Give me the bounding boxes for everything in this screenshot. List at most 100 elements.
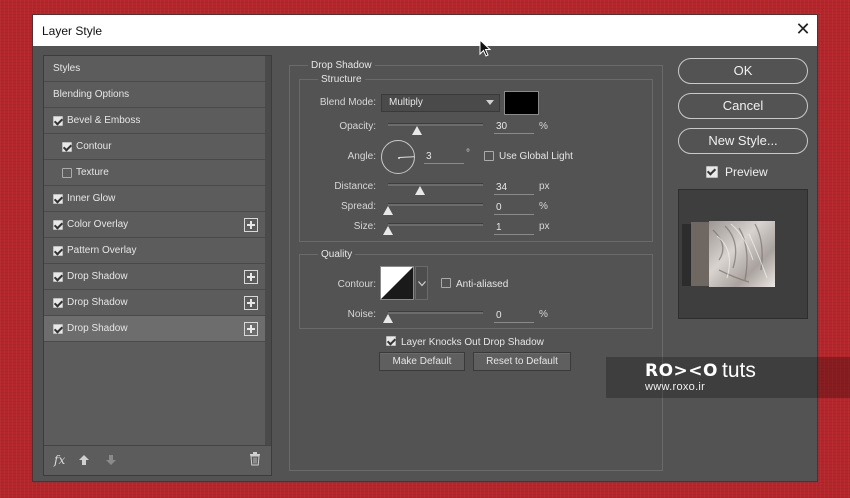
move-down-icon[interactable] bbox=[105, 454, 117, 466]
style-item-label: Pattern Overlay bbox=[67, 245, 137, 256]
style-item-label: Drop Shadow bbox=[67, 271, 128, 282]
use-global-light-label: Use Global Light bbox=[499, 151, 573, 162]
roxo-tuts-watermark: RO><O tuts www.roxo.ir bbox=[606, 357, 850, 398]
trash-icon[interactable] bbox=[249, 452, 261, 466]
size-unit: px bbox=[539, 221, 550, 232]
anti-aliased-label: Anti-aliased bbox=[456, 279, 509, 290]
style-item-drop-shadow[interactable]: Drop Shadow bbox=[44, 316, 265, 342]
close-icon[interactable]: ✕ bbox=[793, 19, 813, 39]
distance-input[interactable]: 34 bbox=[494, 181, 534, 195]
shadow-color-swatch[interactable] bbox=[504, 91, 539, 115]
preview-swatch-image bbox=[682, 221, 775, 287]
style-item-label: Styles bbox=[53, 63, 81, 74]
style-item-checkbox[interactable] bbox=[53, 116, 63, 126]
use-global-light-checkbox[interactable] bbox=[484, 151, 494, 161]
style-item-texture[interactable]: Texture bbox=[44, 160, 265, 186]
watermark-logo: RO><O bbox=[645, 361, 718, 381]
angle-unit: ° bbox=[466, 148, 470, 159]
noise-slider-thumb[interactable] bbox=[383, 314, 393, 323]
reset-to-default-button[interactable]: Reset to Default bbox=[473, 352, 571, 371]
angle-dial[interactable] bbox=[381, 140, 415, 174]
noise-input[interactable]: 0 bbox=[494, 309, 534, 323]
quality-group: Quality Contour: Anti-aliased Noise: 0 % bbox=[299, 249, 653, 329]
add-effect-icon[interactable] bbox=[244, 296, 258, 310]
spread-label: Spread: bbox=[340, 201, 376, 212]
add-effect-icon[interactable] bbox=[244, 270, 258, 284]
distance-slider-thumb[interactable] bbox=[415, 186, 426, 195]
style-item-label: Blending Options bbox=[53, 89, 130, 100]
angle-input[interactable]: 3 bbox=[424, 150, 464, 164]
move-up-icon[interactable] bbox=[78, 454, 90, 466]
style-item-label: Drop Shadow bbox=[67, 297, 128, 308]
style-item-checkbox[interactable] bbox=[62, 168, 72, 178]
chevron-down-icon bbox=[486, 100, 494, 105]
style-item-drop-shadow[interactable]: Drop Shadow bbox=[44, 290, 265, 316]
layer-style-dialog: Layer Style ✕ Styles Blending Options Beve… bbox=[32, 14, 818, 482]
opacity-slider[interactable] bbox=[388, 123, 483, 126]
style-item-checkbox[interactable] bbox=[53, 298, 63, 308]
style-item-label: Texture bbox=[76, 167, 109, 178]
make-default-button[interactable]: Make Default bbox=[379, 352, 465, 371]
quality-title: Quality bbox=[318, 249, 356, 260]
anti-aliased-checkbox[interactable] bbox=[441, 278, 451, 288]
styles-list-footer: fx bbox=[44, 445, 271, 475]
spread-slider-thumb[interactable] bbox=[383, 206, 393, 215]
distance-slider[interactable] bbox=[388, 183, 483, 186]
title-bar[interactable]: Layer Style ✕ bbox=[33, 15, 817, 46]
add-effect-icon[interactable] bbox=[244, 218, 258, 232]
blend-mode-value: Multiply bbox=[389, 97, 423, 108]
style-item-styles[interactable]: Styles bbox=[44, 56, 265, 82]
drop-shadow-group: Drop Shadow Structure Blend Mode: Multip… bbox=[289, 60, 663, 471]
drop-shadow-title: Drop Shadow bbox=[308, 60, 375, 71]
opacity-input[interactable]: 30 bbox=[494, 120, 534, 134]
angle-label: Angle: bbox=[347, 151, 376, 162]
style-item-drop-shadow[interactable]: Drop Shadow bbox=[44, 264, 265, 290]
style-item-label: Inner Glow bbox=[67, 193, 116, 204]
style-item-pattern-overlay[interactable]: Pattern Overlay bbox=[44, 238, 265, 264]
style-item-checkbox[interactable] bbox=[53, 194, 63, 204]
fx-icon[interactable]: fx bbox=[54, 453, 65, 467]
style-item-checkbox[interactable] bbox=[53, 272, 63, 282]
size-slider[interactable] bbox=[388, 223, 483, 226]
structure-group: Structure Blend Mode: Multiply Opacity: … bbox=[299, 74, 653, 242]
opacity-label: Opacity: bbox=[339, 121, 376, 132]
contour-dropdown[interactable] bbox=[415, 266, 428, 300]
add-effect-icon[interactable] bbox=[244, 322, 258, 336]
spread-input[interactable]: 0 bbox=[494, 201, 534, 215]
opacity-unit: % bbox=[539, 121, 548, 132]
blend-mode-label: Blend Mode: bbox=[319, 97, 376, 108]
noise-slider[interactable] bbox=[388, 311, 483, 314]
style-item-blending-options[interactable]: Blending Options bbox=[44, 82, 265, 108]
style-item-label: Drop Shadow bbox=[67, 323, 128, 334]
style-item-bevel-emboss[interactable]: Bevel & Emboss bbox=[44, 108, 265, 134]
style-item-contour[interactable]: Contour bbox=[44, 134, 265, 160]
dialog-title: Layer Style bbox=[42, 24, 103, 38]
style-item-checkbox[interactable] bbox=[62, 142, 72, 152]
size-label: Size: bbox=[353, 221, 376, 232]
blend-mode-select[interactable]: Multiply bbox=[381, 94, 500, 112]
preview-checkbox[interactable] bbox=[706, 166, 718, 178]
style-item-inner-glow[interactable]: Inner Glow bbox=[44, 186, 265, 212]
mouse-cursor-icon bbox=[479, 39, 492, 57]
size-input[interactable]: 1 bbox=[494, 221, 534, 235]
styles-list-panel: Styles Blending Options Bevel & Emboss Cont… bbox=[43, 55, 272, 476]
noise-unit: % bbox=[539, 309, 548, 320]
opacity-slider-thumb[interactable] bbox=[411, 126, 422, 135]
contour-preview-icon[interactable] bbox=[380, 266, 414, 300]
cancel-button[interactable]: Cancel bbox=[678, 93, 808, 119]
style-item-checkbox[interactable] bbox=[53, 220, 63, 230]
spread-slider[interactable] bbox=[388, 203, 483, 206]
ok-button[interactable]: OK bbox=[678, 58, 808, 84]
style-item-checkbox[interactable] bbox=[53, 246, 63, 256]
style-item-checkbox[interactable] bbox=[53, 324, 63, 334]
structure-title: Structure bbox=[318, 74, 365, 85]
knocks-out-checkbox[interactable] bbox=[386, 336, 396, 346]
size-slider-thumb[interactable] bbox=[383, 226, 393, 235]
new-style-button[interactable]: New Style... bbox=[678, 128, 808, 154]
styles-list-scrollbar[interactable] bbox=[265, 56, 271, 445]
style-item-label: Bevel & Emboss bbox=[67, 115, 141, 126]
chevron-down-icon bbox=[418, 281, 426, 287]
preview-thumbnail bbox=[678, 189, 808, 319]
style-item-color-overlay[interactable]: Color Overlay bbox=[44, 212, 265, 238]
distance-label: Distance: bbox=[334, 181, 376, 192]
